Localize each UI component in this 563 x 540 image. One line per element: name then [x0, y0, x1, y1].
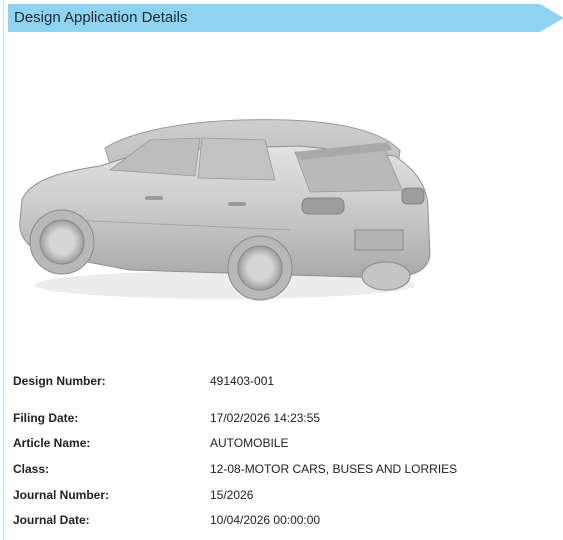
detail-label: Class:	[13, 462, 50, 476]
design-image	[19, 119, 431, 301]
detail-label: Design Number:	[13, 374, 106, 388]
section-header: Design Application Details	[8, 4, 563, 32]
detail-value: AUTOMOBILE	[210, 436, 289, 450]
detail-value: 12-08-MOTOR CARS, BUSES AND LORRIES	[210, 462, 458, 476]
section-title: Design Application Details	[14, 9, 188, 26]
detail-value: 15/2026	[210, 488, 254, 502]
detail-label: Article Name:	[13, 436, 91, 450]
detail-value: 10/04/2026 00:00:00	[210, 513, 321, 527]
detail-label: Journal Date:	[13, 513, 90, 527]
detail-label: Journal Number:	[13, 488, 110, 502]
detail-value: 491403-001	[210, 374, 275, 388]
detail-value: 17/02/2026 14:23:55	[210, 411, 321, 425]
detail-label: Filing Date:	[13, 411, 79, 425]
page-left-border	[3, 0, 4, 540]
